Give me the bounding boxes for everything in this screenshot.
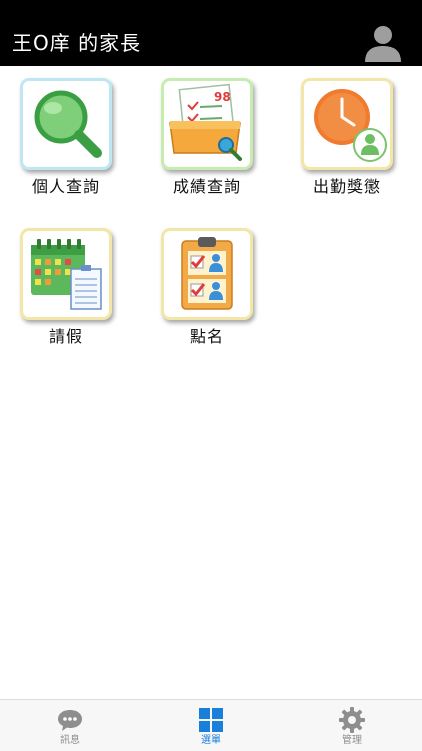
menu-item-label: 出勤獎懲 [312,177,381,196]
app-header: 王O庠 的家長 [0,0,422,66]
chat-bubble-icon [58,710,82,731]
magnifier-icon [20,78,112,170]
menu-item-roll-call[interactable]: 點名 [152,216,262,346]
menu-item-leave[interactable]: 請假 [11,216,121,346]
tab-settings[interactable]: 管理 [282,700,422,751]
menu-item-label: 請假 [48,327,83,346]
menu-item-score-query[interactable]: 98 成績查詢 [152,66,262,196]
tab-menu[interactable]: 選單 [141,700,281,751]
menu-item-label: 點名 [189,327,224,346]
grid-menu-icon [199,708,223,732]
page-title: 王O庠 的家長 [12,31,142,55]
svg-text:98: 98 [214,90,231,104]
menu-item-personal-query[interactable]: 個人查詢 [11,66,121,196]
calendar-leave-icon [20,228,112,320]
gear-icon [339,707,365,733]
tab-label: 管理 [342,735,362,746]
tab-label: 選單 [201,735,221,746]
tab-label: 訊息 [60,735,80,746]
menu-item-label: 個人查詢 [31,177,100,196]
tab-messages[interactable]: 訊息 [0,700,140,751]
bottom-tab-bar: 訊息 選單 管理 [0,699,422,751]
roll-call-clipboard-icon [161,228,253,320]
menu-item-label: 成績查詢 [172,177,241,196]
attendance-clock-icon [301,78,393,170]
menu-item-attendance[interactable]: 出勤獎懲 [292,66,402,196]
score-report-icon: 98 [161,78,253,170]
user-avatar-icon[interactable] [362,22,404,64]
